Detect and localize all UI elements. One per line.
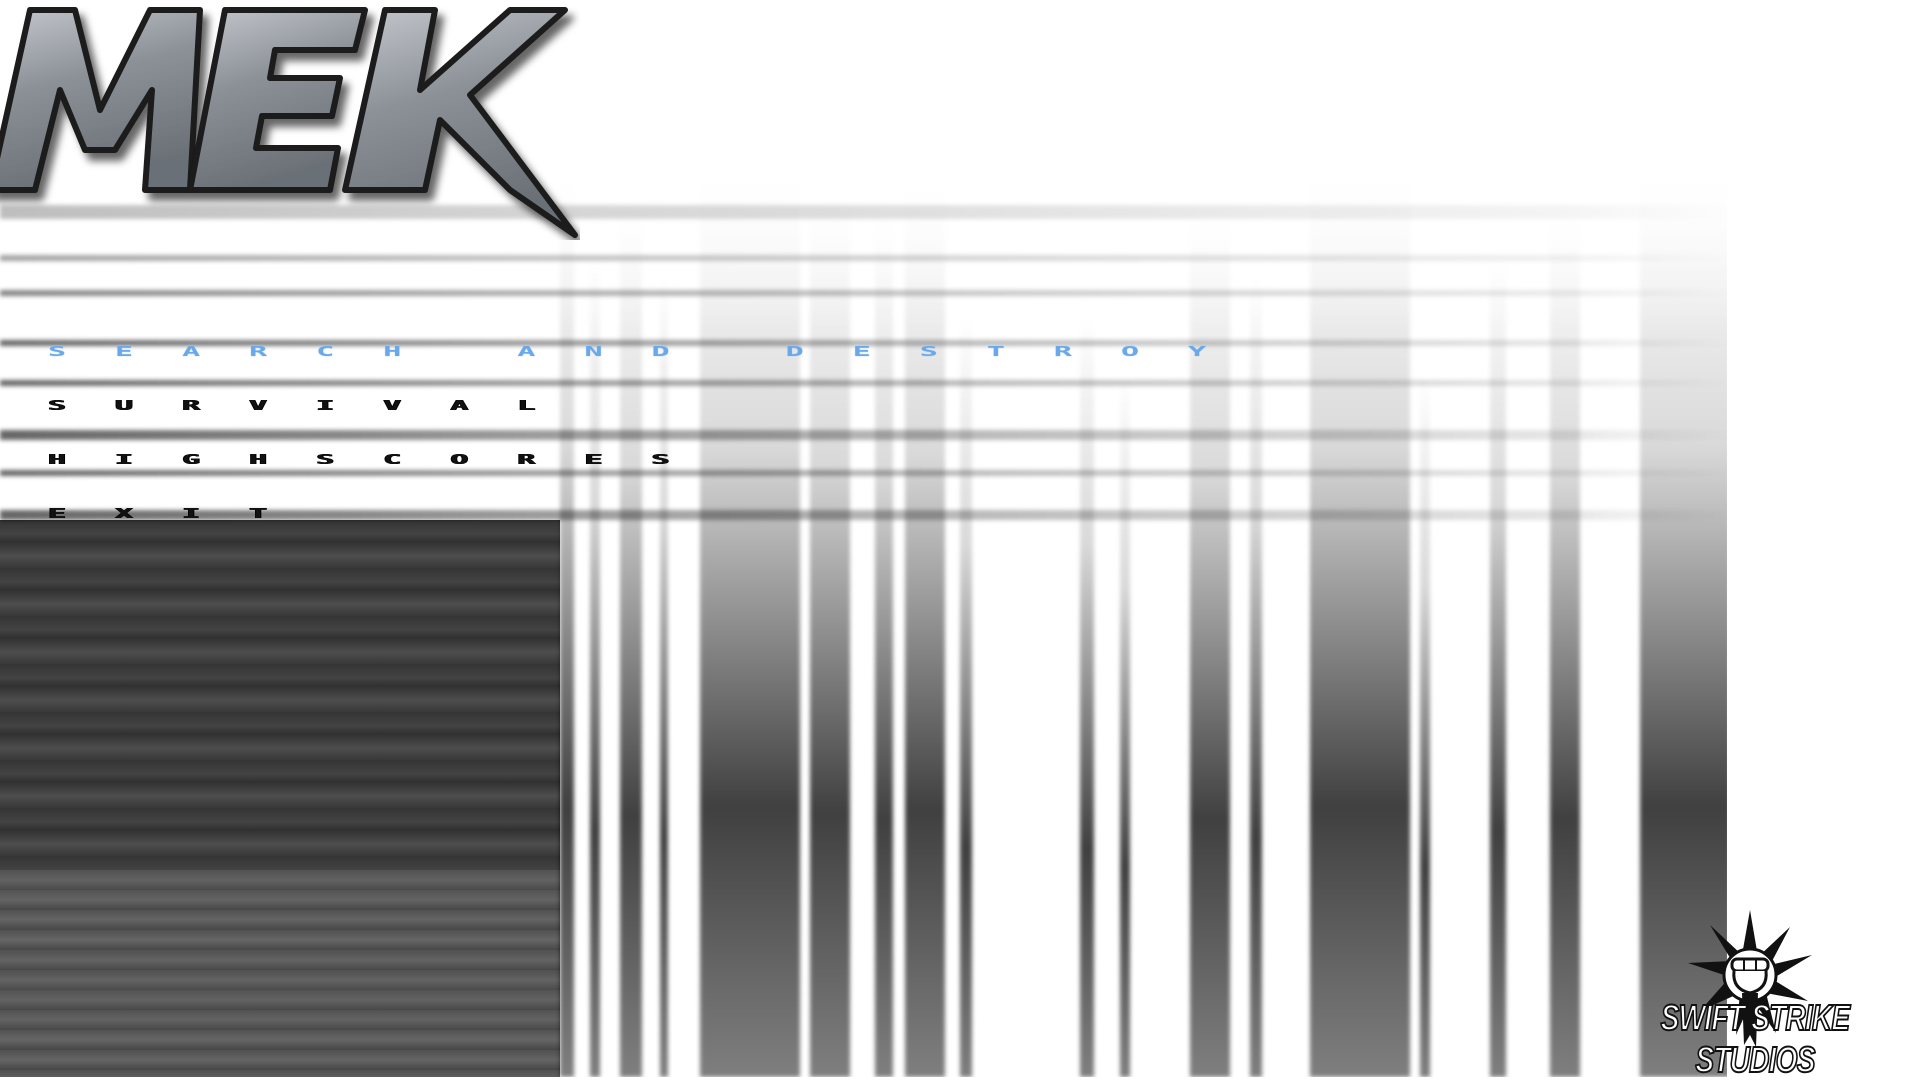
background-mid-block [0, 870, 560, 1077]
menu-item-exit[interactable]: EXIT [48, 502, 1255, 526]
menu-item-survival[interactable]: SURVIVAL [48, 394, 1255, 418]
menu-item-highscores[interactable]: HIGHSCORES [48, 448, 1255, 472]
game-logo-graphic [0, 7, 578, 238]
menu-item-search-and-destroy[interactable]: SEARCH AND DESTROY [48, 340, 1255, 364]
studio-logo: SWIFT STRIKE STUDIOS [1600, 905, 1910, 1081]
studio-name: SWIFT STRIKE STUDIOS [1660, 996, 1851, 1081]
main-menu: SEARCH AND DESTROY SURVIVAL HIGHSCORES E… [48, 325, 1255, 541]
game-logo [0, 0, 580, 240]
background-bar [1550, 217, 1580, 1077]
background-bar [1420, 377, 1430, 1077]
